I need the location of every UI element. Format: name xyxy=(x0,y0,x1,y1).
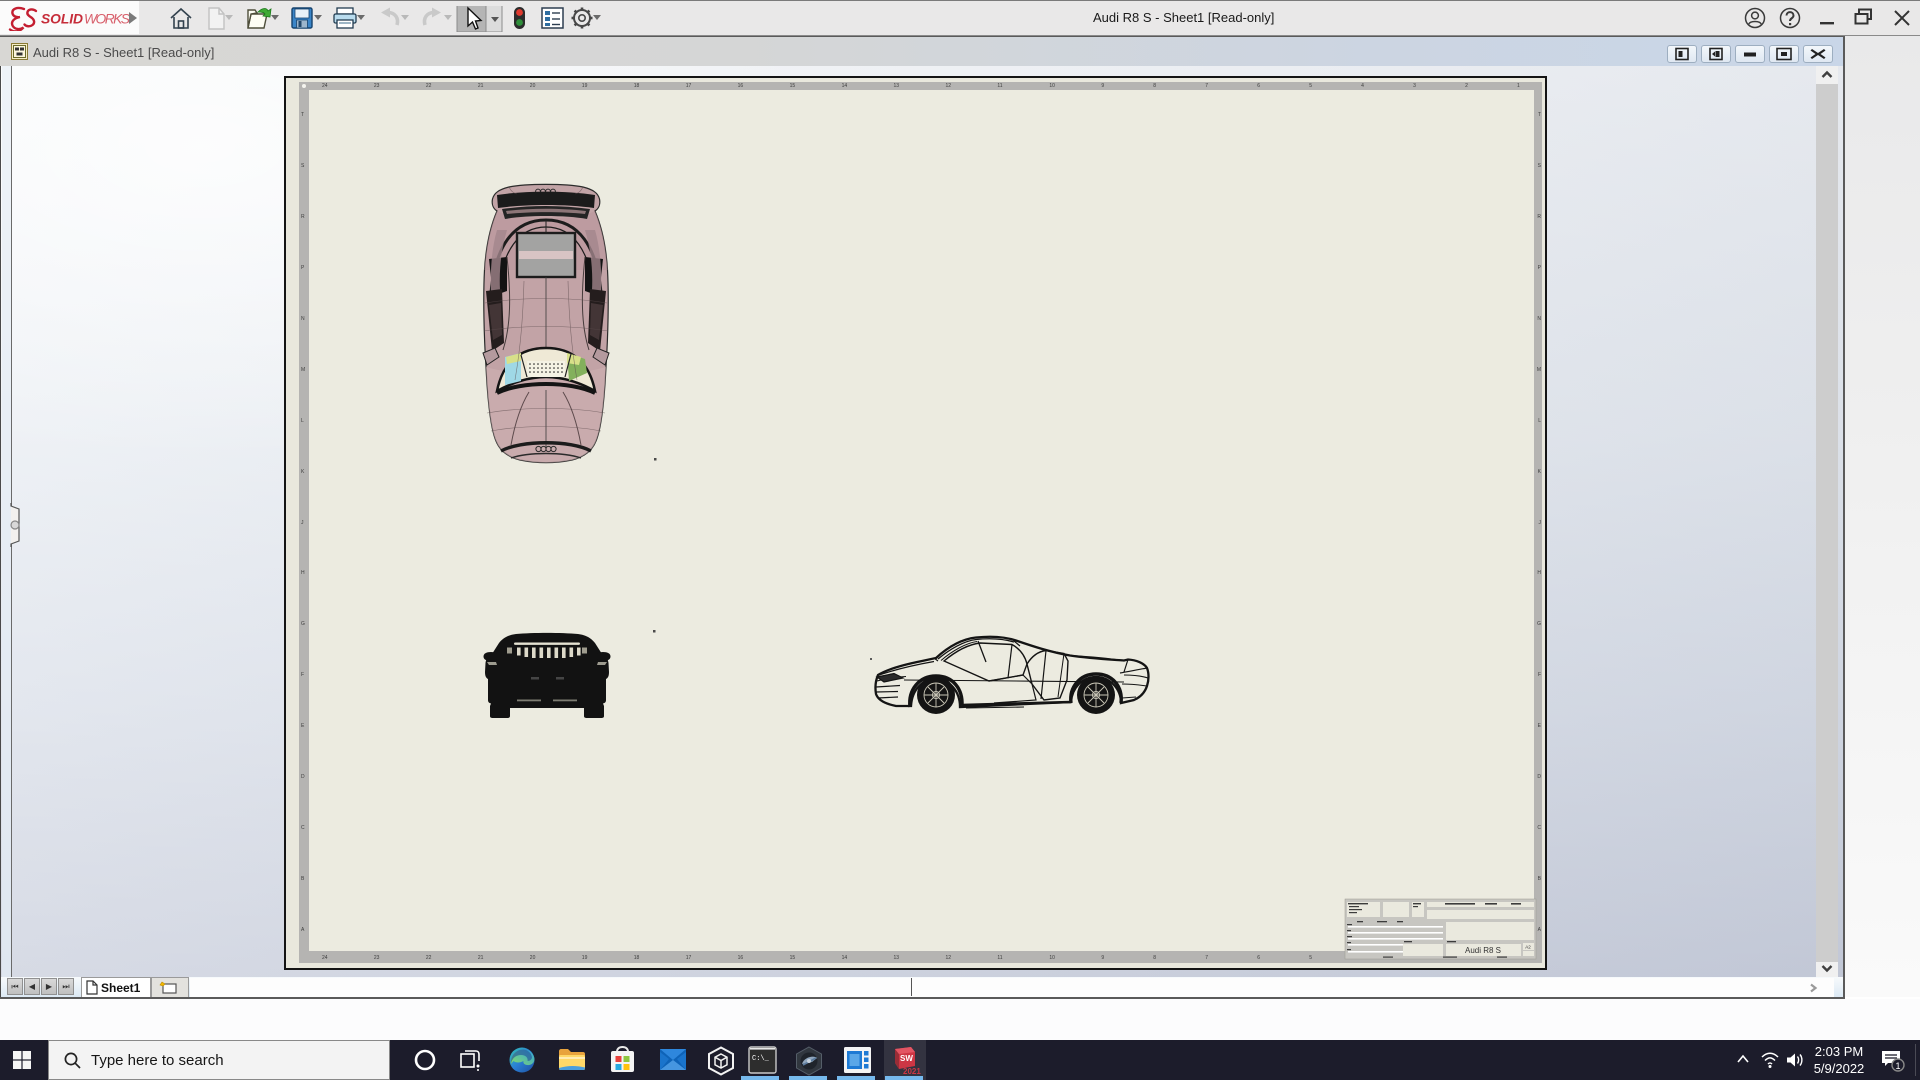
svg-text:WORKS: WORKS xyxy=(84,12,131,27)
svg-text:C:\_: C:\_ xyxy=(752,1055,770,1063)
svg-text:SOLID: SOLID xyxy=(41,12,83,27)
svg-text:Audi R8 S: Audi R8 S xyxy=(1465,946,1501,955)
svg-text:1: 1 xyxy=(1895,1061,1900,1071)
svg-text:A2: A2 xyxy=(1525,945,1531,950)
